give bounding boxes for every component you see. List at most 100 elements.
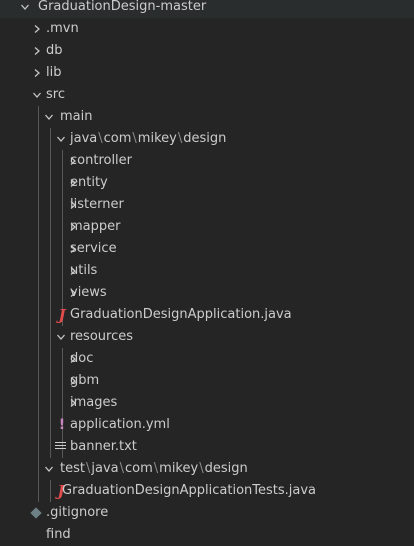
tree-item-label: application.yml — [70, 417, 170, 432]
indent-guide — [38, 106, 39, 128]
chevron-down-icon[interactable] — [20, 2, 30, 12]
indent-guide — [50, 128, 51, 150]
chevron-down-icon[interactable] — [56, 134, 66, 144]
tree-file-banner-txt[interactable]: banner.txt — [0, 436, 414, 458]
tree-folder-gbm[interactable]: gbm — [0, 370, 414, 392]
tree-file-graduationdesignapplication-java[interactable]: J GraduationDesignApplication.java — [0, 304, 414, 326]
tree-item-label: src — [46, 87, 65, 102]
path-separator: \ — [98, 131, 103, 146]
tree-folder-mvn[interactable]: .mvn — [0, 18, 414, 40]
tree-item-label: test\java\com\mikey\design — [60, 458, 248, 480]
indent-guide — [50, 238, 51, 260]
chevron-right-icon[interactable] — [32, 68, 42, 78]
chevron-right-icon[interactable] — [32, 46, 42, 56]
indent-guide — [38, 458, 39, 480]
tree-folder-views[interactable]: views — [0, 282, 414, 304]
indent-guide — [38, 304, 39, 326]
path-separator: \ — [177, 131, 183, 146]
indent-guide — [38, 392, 39, 414]
indent-guide — [62, 370, 63, 392]
tree-folder-lib[interactable]: lib — [0, 62, 414, 84]
indent-guide — [62, 172, 63, 194]
tree-item-label: listerner — [70, 197, 124, 212]
chevron-down-icon[interactable] — [32, 90, 42, 100]
chevron-down-icon[interactable] — [44, 112, 54, 122]
text-file-icon — [55, 442, 66, 452]
indent-guide — [50, 392, 51, 414]
tree-item-label: images — [70, 395, 118, 410]
tree-file-application-yml[interactable]: ! application.yml — [0, 414, 414, 436]
tree-item-label: .mvn — [46, 21, 79, 36]
tree-folder-java-com-mikey-design[interactable]: java\com\mikey\design — [0, 128, 414, 150]
tree-item-label: lib — [46, 65, 62, 80]
indent-guide — [50, 480, 51, 502]
tree-item-label: service — [70, 241, 117, 256]
indent-guide — [38, 216, 39, 238]
tree-item-label: resources — [70, 329, 134, 344]
tree-folder-src[interactable]: src — [0, 84, 414, 106]
path-separator: \ — [85, 461, 91, 476]
indent-guide — [50, 282, 51, 304]
indent-guide — [38, 260, 39, 282]
chevron-right-icon[interactable] — [32, 24, 42, 34]
tree-item-label: gbm — [70, 373, 100, 388]
tree-file-gitignore[interactable]: .gitignore — [0, 502, 414, 524]
git-file-icon — [30, 507, 42, 519]
indent-guide — [62, 392, 63, 414]
indent-guide — [50, 150, 51, 172]
indent-guide — [62, 260, 63, 282]
indent-guide — [38, 238, 39, 260]
tree-item-label: GraduationDesignApplicationTests.java — [62, 483, 317, 498]
indent-guide — [50, 216, 51, 238]
indent-guide — [38, 282, 39, 304]
indent-guide — [50, 326, 51, 348]
tree-file-graduationdesignapplicationtests-java[interactable]: J GraduationDesignApplicationTests.java — [0, 480, 414, 502]
chevron-down-icon[interactable] — [56, 332, 66, 342]
tree-item-label: GraduationDesignApplication.java — [70, 307, 292, 322]
indent-guide — [38, 326, 39, 348]
path-separator: \ — [119, 461, 124, 476]
tree-folder-db[interactable]: db — [0, 40, 414, 62]
indent-guide — [62, 150, 63, 172]
indent-guide — [38, 480, 39, 502]
file-explorer-tree: GraduationDesign-master .mvn db lib src main j… — [0, 0, 414, 546]
indent-guide — [62, 348, 63, 370]
indent-guide — [38, 194, 39, 216]
indent-guide — [50, 414, 51, 436]
tree-folder-controller[interactable]: controller — [0, 150, 414, 172]
indent-guide — [50, 436, 51, 458]
indent-guide — [38, 128, 39, 150]
tree-folder-mapper[interactable]: mapper — [0, 216, 414, 238]
tree-folder-graduationdesign-master[interactable]: GraduationDesign-master — [0, 0, 414, 18]
tree-folder-listerner[interactable]: listerner — [0, 194, 414, 216]
yml-file-icon: ! — [58, 417, 66, 433]
tree-item-label: db — [46, 43, 63, 58]
tree-folder-main[interactable]: main — [0, 106, 414, 128]
tree-folder-utils[interactable]: utils — [0, 260, 414, 282]
indent-guide — [50, 260, 51, 282]
tree-item-label: utils — [70, 263, 98, 278]
indent-guide — [38, 414, 39, 436]
tree-item-label: .gitignore — [46, 505, 109, 520]
indent-guide — [38, 150, 39, 172]
tree-folder-resources[interactable]: resources — [0, 326, 414, 348]
indent-guide — [62, 194, 63, 216]
indent-guide — [50, 172, 51, 194]
tree-item-label: GraduationDesign-master — [38, 0, 207, 14]
indent-guide — [38, 172, 39, 194]
tree-item-label: main — [60, 109, 93, 124]
tree-folder-test-java-com-mikey-design[interactable]: test\java\com\mikey\design — [0, 458, 414, 480]
tree-folder-service[interactable]: service — [0, 238, 414, 260]
tree-file-find[interactable]: find — [0, 524, 414, 546]
path-separator: \ — [153, 461, 159, 476]
tree-folder-doc[interactable]: doc — [0, 348, 414, 370]
indent-guide — [50, 370, 51, 392]
tree-folder-entity[interactable]: entity — [0, 172, 414, 194]
path-separator: \ — [132, 131, 137, 146]
chevron-down-icon[interactable] — [44, 464, 54, 474]
indent-guide — [62, 216, 63, 238]
indent-guide — [38, 348, 39, 370]
tree-item-label: entity — [70, 175, 108, 190]
tree-item-label: views — [70, 285, 107, 300]
tree-folder-images[interactable]: images — [0, 392, 414, 414]
